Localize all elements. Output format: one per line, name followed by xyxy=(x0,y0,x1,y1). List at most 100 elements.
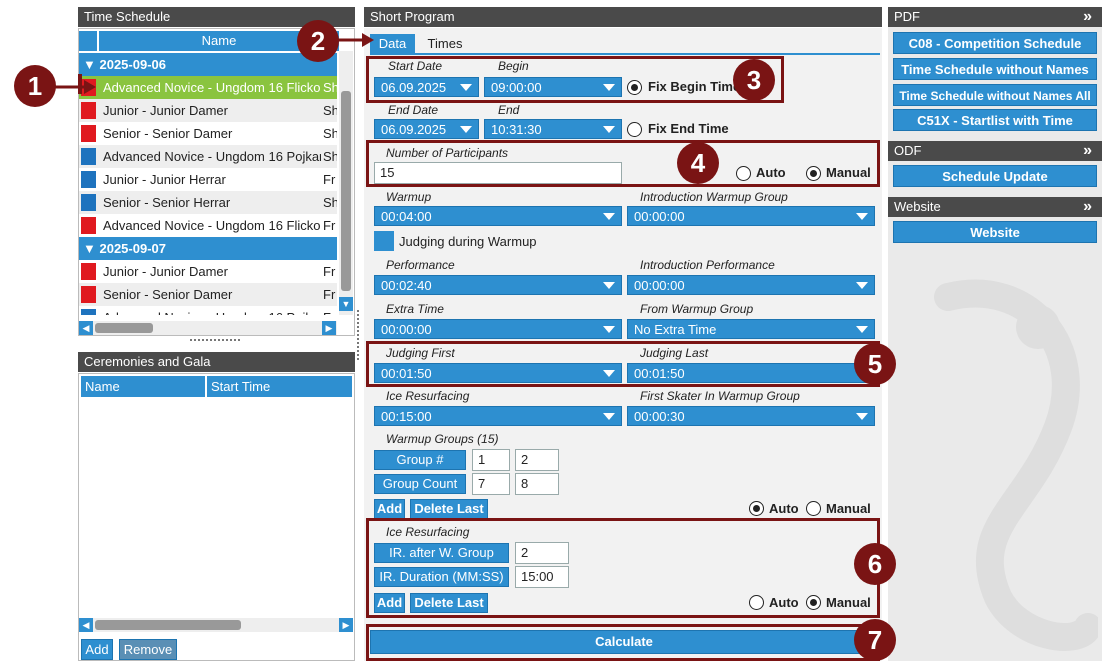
event-segment: Sh xyxy=(323,80,337,95)
schedule-row[interactable]: Junior - Junior Herrar Fr xyxy=(79,168,337,191)
from-warmup-label: From Warmup Group xyxy=(640,302,754,316)
intro-perf-value: 00:00:00 xyxy=(634,278,685,293)
annotation-badge-2: 2 xyxy=(297,20,339,62)
event-name: Advanced Novice - Ungdom 16 Flickor xyxy=(103,218,321,233)
schedule-row[interactable]: Advanced Novice - Ungdom 16 Flickor Fr xyxy=(79,214,337,237)
splitter-handle[interactable] xyxy=(357,310,359,360)
ceremonies-scroll-thumb[interactable] xyxy=(95,620,241,630)
schedule-no-names-all-button[interactable]: Time Schedule without Names All xyxy=(893,84,1097,106)
group-number-1[interactable]: 1 xyxy=(472,449,510,471)
schedule-row[interactable]: Senior - Senior Damer Sh xyxy=(79,122,337,145)
short-program-header: Short Program xyxy=(364,7,882,27)
date-label: 2025-09-07 xyxy=(99,241,166,256)
website-header[interactable]: Website » xyxy=(888,197,1102,217)
performance-label: Performance xyxy=(386,258,455,272)
annotation-box-7 xyxy=(366,624,880,661)
remove-ceremony-button[interactable]: Remove xyxy=(119,639,177,660)
extra-time-dropdown[interactable]: 00:00:00 xyxy=(374,319,622,339)
groups-manual-label: Manual xyxy=(826,501,871,516)
group-count-1[interactable]: 7 xyxy=(472,473,510,495)
pdf-title: PDF xyxy=(894,9,920,24)
website-button[interactable]: Website xyxy=(893,221,1097,243)
ceremonies-scroll-left-icon[interactable]: ◀ xyxy=(79,618,93,632)
chevron-down-icon xyxy=(460,126,472,133)
category-color-swatch xyxy=(81,217,96,234)
schedule-no-names-button[interactable]: Time Schedule without Names xyxy=(893,58,1097,80)
ceremonies-name-header[interactable]: Name xyxy=(81,376,205,397)
groups-auto-radio[interactable] xyxy=(749,501,764,516)
ice-resurfacing-dropdown[interactable]: 00:15:00 xyxy=(374,406,622,426)
scroll-thumb[interactable] xyxy=(341,91,351,291)
first-skater-dropdown[interactable]: 00:00:30 xyxy=(627,406,875,426)
ceremonies-start-header[interactable]: Start Time xyxy=(207,376,352,397)
end-time-dropdown[interactable]: 10:31:30 xyxy=(484,119,622,139)
add-ceremony-button[interactable]: Add xyxy=(81,639,113,660)
intro-perf-dropdown[interactable]: 00:00:00 xyxy=(627,275,875,295)
delete-last-group-button[interactable]: Delete Last xyxy=(410,499,488,519)
schedule-row[interactable]: Senior - Senior Damer Fr xyxy=(79,283,337,306)
intro-warmup-dropdown[interactable]: 00:00:00 xyxy=(627,206,875,226)
chevron-down-icon xyxy=(856,413,868,420)
c51x-startlist-button[interactable]: C51X - Startlist with Time xyxy=(893,109,1097,131)
annotation-marker-1 xyxy=(78,74,82,94)
ceremonies-h-scrollbar[interactable]: ◀ ▶ xyxy=(79,618,353,632)
judging-warmup-checkbox[interactable] xyxy=(374,231,394,251)
group-number-2[interactable]: 2 xyxy=(515,449,559,471)
event-segment: Sh xyxy=(323,126,337,141)
from-warmup-dropdown[interactable]: No Extra Time xyxy=(627,319,875,339)
time-schedule-title: Time Schedule xyxy=(84,9,171,24)
event-segment: Sh xyxy=(323,103,337,118)
intro-perf-label: Introduction Performance xyxy=(640,258,775,272)
end-date-dropdown[interactable]: 06.09.2025 xyxy=(374,119,479,139)
schedule-row[interactable]: Senior - Senior Herrar Sh xyxy=(79,191,337,214)
collapse-icon[interactable]: » xyxy=(1083,197,1092,217)
ceremonies-scroll-right-icon[interactable]: ▶ xyxy=(339,618,353,632)
chevron-down-icon xyxy=(603,282,615,289)
ice-resurfacing-value: 00:15:00 xyxy=(381,409,432,424)
annotation-badge-3: 3 xyxy=(733,59,775,101)
groups-manual-radio[interactable] xyxy=(806,501,821,516)
horizontal-scrollbar[interactable]: ◀ ▶ xyxy=(79,321,337,335)
groups-auto-label: Auto xyxy=(769,501,799,516)
end-time-value: 10:31:30 xyxy=(491,122,542,137)
event-name: Junior - Junior Herrar xyxy=(103,172,226,187)
fix-end-radio[interactable] xyxy=(627,122,642,137)
schedule-row[interactable]: Advanced Novice - Ungdom 16 Pojkar Sh xyxy=(79,145,337,168)
expand-triangle-icon[interactable]: ▼ xyxy=(83,241,99,256)
schedule-update-button[interactable]: Schedule Update xyxy=(893,165,1097,187)
chevron-down-icon xyxy=(603,326,615,333)
tab-times[interactable]: Times xyxy=(420,34,470,54)
warmup-value: 00:04:00 xyxy=(381,209,432,224)
performance-dropdown[interactable]: 00:02:40 xyxy=(374,275,622,295)
warmup-groups-label: Warmup Groups (15) xyxy=(386,432,499,446)
group-count-2[interactable]: 8 xyxy=(515,473,559,495)
event-name: Advanced Novice - Ungdom 16 Flickor xyxy=(103,80,321,95)
extra-time-value: 00:00:00 xyxy=(381,322,432,337)
annotation-badge-5: 5 xyxy=(854,343,896,385)
add-group-button[interactable]: Add xyxy=(374,499,405,519)
event-name: Senior - Senior Herrar xyxy=(103,195,231,210)
c08-schedule-button[interactable]: C08 - Competition Schedule xyxy=(893,32,1097,54)
schedule-row[interactable]: Junior - Junior Damer Fr xyxy=(79,260,337,283)
extra-time-label: Extra Time xyxy=(386,302,444,316)
schedule-row[interactable]: Junior - Junior Damer Sh xyxy=(79,99,337,122)
annotation-box-4 xyxy=(366,140,880,187)
scroll-right-icon[interactable]: ▶ xyxy=(322,321,336,335)
pdf-header[interactable]: PDF » xyxy=(888,7,1102,27)
event-segment: Fr xyxy=(323,264,336,279)
odf-header[interactable]: ODF » xyxy=(888,141,1102,161)
date-group-header[interactable]: ▼ 2025-09-07 xyxy=(79,237,337,260)
collapse-icon[interactable]: » xyxy=(1083,141,1092,161)
h-scroll-thumb[interactable] xyxy=(95,323,153,333)
date-group-header[interactable]: ▼ 2025-09-06 xyxy=(79,53,337,76)
scroll-down-icon[interactable]: ▼ xyxy=(339,297,353,311)
schedule-row[interactable]: Advanced Novice - Ungdom 16 PojkarFr xyxy=(79,306,337,315)
collapse-icon[interactable]: » xyxy=(1083,7,1092,27)
scroll-left-icon[interactable]: ◀ xyxy=(79,321,93,335)
event-segment: Fr xyxy=(323,218,336,233)
schedule-row[interactable]: Advanced Novice - Ungdom 16 Flickor Sh xyxy=(79,76,337,99)
warmup-dropdown[interactable]: 00:04:00 xyxy=(374,206,622,226)
resize-handle[interactable] xyxy=(190,339,240,343)
vertical-scrollbar[interactable]: ▼ xyxy=(339,51,353,315)
annotation-badge-4: 4 xyxy=(677,142,719,184)
